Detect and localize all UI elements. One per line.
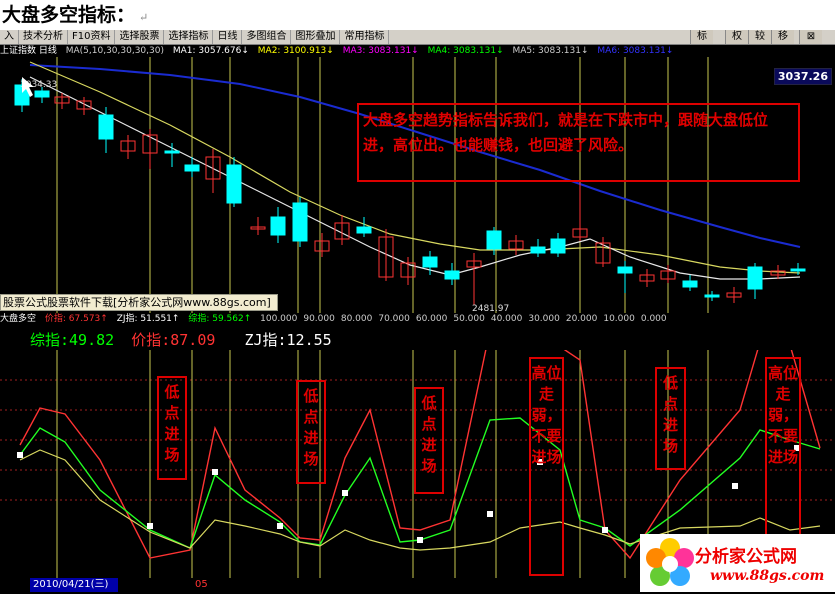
ma2-value: MA2: 3100.913↓ [257, 46, 334, 56]
logo-url: www.88gs.com [710, 568, 825, 584]
menu-item-overlay[interactable]: 图形叠加 [291, 30, 341, 44]
current-price-tag: 3037.26 [773, 68, 832, 85]
menu-item-tech-analysis[interactable]: 技术分析 [19, 30, 68, 44]
signal-box-6: 高位走弱，不要进场 [765, 357, 801, 537]
menu-bar: 入技术分析 F10资料 选择股票 选择指标 日线 多图组合 图形叠加 常用指标 标 权 较 移… [0, 30, 835, 45]
candle-body [270, 216, 286, 236]
zj-marker [417, 537, 423, 543]
candle-body [34, 90, 50, 98]
zj-marker [17, 452, 23, 458]
scale-label: 50.000 [453, 314, 485, 324]
document-title-text: 大盘多空指标： [2, 4, 136, 26]
candle-body [164, 150, 180, 154]
signal-box-4: 高位走弱，不要进场 [529, 357, 564, 576]
ma5-value: MA5: 3083.131↓ [512, 46, 589, 56]
price-chart: 3034.33 2481.97 [14, 57, 806, 313]
axis-month-mark: 05 [195, 579, 208, 590]
scale-label: 100.000 [260, 314, 298, 324]
menu-item-select-stock[interactable]: 选择股票 [115, 30, 165, 44]
menu-item-f10[interactable]: F10资料 [68, 30, 116, 44]
candle-body [422, 256, 438, 268]
scale-label: 20.000 [565, 314, 598, 324]
signal-box-3: 低点进场 [414, 387, 444, 494]
signal-box-1: 低点进场 [157, 376, 187, 480]
low-price-label: 2481.97 [472, 304, 509, 313]
indicator-name: 大盘多空 [0, 314, 37, 324]
close-icon[interactable]: ⊠ [799, 30, 822, 44]
date-bar: 2010/04/21(三) [30, 578, 118, 592]
scale-label: 40.000 [490, 314, 523, 324]
return-mark: ↵ [139, 11, 149, 24]
ma6-value: MA6: 3083.131↓ [597, 46, 674, 56]
chart-header: 上证指数 日线 MA(5,10,30,30,30,30) MA1: 3057.6… [0, 45, 835, 57]
price-value: 价指:87.09 [131, 331, 216, 349]
callout-box: 大盘多空趋势指标告诉我们，就是在下跌市中，跟随大盘低位进，高位出。也能赚钱，也回… [357, 103, 800, 182]
candle-body [486, 230, 502, 250]
menu-item-common-indicators[interactable]: 常用指标 [340, 30, 390, 44]
menu-item-select-indicator[interactable]: 选择指标 [164, 30, 214, 44]
candle-body [747, 266, 763, 290]
indicator-values: 综指:49.82 价指:87.09 ZJ指:12.55 [30, 330, 332, 350]
scale-label: 70.000 [378, 314, 410, 324]
scale-label: 90.000 [303, 314, 335, 324]
zj-marker [212, 469, 218, 475]
candle-body [530, 246, 546, 254]
zj-marker [342, 490, 348, 496]
signal-box-2: 低点进场 [296, 380, 326, 484]
site-logo: 分析家公式网 www.88gs.com [640, 534, 835, 592]
scale-label: 30.000 [528, 314, 560, 324]
candle-body [98, 114, 114, 140]
document-title: 大盘多空指标： ↵ [0, 0, 835, 30]
zj-marker [147, 523, 153, 529]
candle-body [550, 238, 566, 254]
compare-button[interactable]: 较 [748, 30, 771, 44]
zj-value: ZJ指:12.55 [244, 331, 332, 349]
candle-body [790, 268, 806, 272]
candle-body [444, 270, 460, 280]
price-index-value: 价指: 67.573↑ [44, 314, 108, 324]
scale-label: 60.000 [415, 314, 448, 324]
candle-body [356, 226, 372, 234]
ma4-value: MA4: 3083.131↓ [427, 46, 504, 56]
rights-button[interactable]: 权 [725, 30, 748, 44]
ma3-value: MA3: 3083.131↓ [342, 46, 419, 56]
candle-body [682, 280, 698, 288]
move-button[interactable]: 移 [771, 30, 794, 44]
candle-body [292, 202, 308, 242]
candle-body [226, 164, 242, 204]
indicator-header: 大盘多空 价指: 67.573↑ ZJ指: 51.551↑ 综指: 59.562… [0, 313, 835, 325]
candle-body [704, 294, 720, 298]
scale-label: 10.000 [603, 314, 635, 324]
menu-item-entry[interactable]: 入 [0, 30, 19, 44]
menu-item-multi-chart[interactable]: 多图组合 [242, 30, 292, 44]
signal-box-5: 低点进场 [655, 367, 686, 470]
zj-marker [732, 483, 738, 489]
signal-guidelines [56, 57, 709, 313]
candle-body [617, 266, 633, 274]
mark-button[interactable]: 标 [690, 30, 713, 44]
composite-index-value: 综指: 59.562↑ [188, 314, 252, 324]
chart-name: 上证指数 日线 [0, 46, 57, 56]
composite-value: 综指:49.82 [30, 331, 115, 349]
zj-marker [602, 527, 608, 533]
zj-marker [277, 523, 283, 529]
ad-banner[interactable]: 股票公式股票软件下载[分析家公式网www.88gs.com] [0, 294, 278, 311]
ma-params: MA(5,10,30,30,30,30) [65, 46, 164, 56]
zj-index-value: ZJ指: 51.551↑ [116, 314, 180, 324]
candle-body [184, 164, 200, 172]
logo-name: 分析家公式网 [695, 547, 797, 567]
ma1-value: MA1: 3057.676↓ [172, 46, 249, 56]
menu-item-daily[interactable]: 日线 [213, 30, 243, 44]
flower-logo-icon [646, 538, 694, 586]
scale-label: 0.000 [640, 314, 667, 324]
scale-label: 80.000 [340, 314, 373, 324]
scale-labels: 100.000 90.000 80.000 70.000 60.000 50.000 40.… [260, 314, 672, 324]
zj-marker [487, 511, 493, 517]
